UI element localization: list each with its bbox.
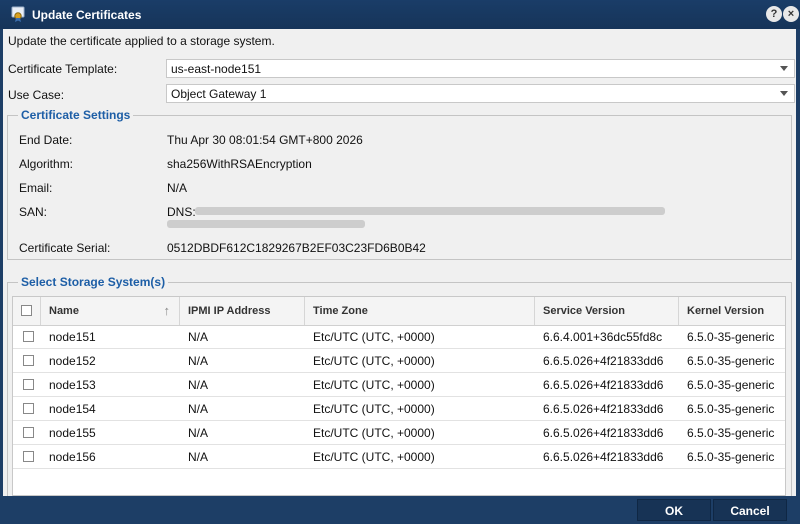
column-service-version[interactable]: Service Version <box>535 297 679 325</box>
cell-ipmi: N/A <box>188 354 209 368</box>
cell-service-version: 6.6.5.026+4f21833dd6 <box>543 426 664 440</box>
cell-service-version: 6.6.5.026+4f21833dd6 <box>543 378 664 392</box>
ok-button[interactable]: OK <box>637 499 711 521</box>
cell-kernel-version: 6.5.0-35-generic <box>687 354 775 368</box>
row-checkbox[interactable] <box>23 427 34 438</box>
row-checkbox[interactable] <box>23 451 34 462</box>
use-case-label: Use Case: <box>8 88 65 102</box>
title-bar[interactable]: Update Certificates ? × <box>0 0 800 29</box>
dialog-description: Update the certificate applied to a stor… <box>8 34 275 48</box>
cell-ipmi: N/A <box>188 378 209 392</box>
table-row[interactable]: node154 N/A Etc/UTC (UTC, +0000) 6.6.5.0… <box>13 397 785 421</box>
cell-kernel-version: 6.5.0-35-generic <box>687 450 775 464</box>
table-row[interactable]: node151 N/A Etc/UTC (UTC, +0000) 6.6.4.0… <box>13 325 785 349</box>
column-ipmi[interactable]: IPMI IP Address <box>180 297 305 325</box>
end-date-label: End Date: <box>19 133 73 147</box>
algorithm-value: sha256WithRSAEncryption <box>167 157 312 171</box>
certificate-template-label: Certificate Template: <box>8 62 118 76</box>
dialog-body: Update the certificate applied to a stor… <box>3 29 796 496</box>
column-kernel-version[interactable]: Kernel Version <box>679 297 785 325</box>
certificate-settings-panel: Certificate Settings <box>7 108 792 260</box>
column-name-label: Name <box>49 305 79 317</box>
cancel-button[interactable]: Cancel <box>713 499 787 521</box>
use-case-select[interactable]: Object Gateway 1 <box>166 84 795 103</box>
san-label: SAN: <box>19 205 48 219</box>
use-case-value: Object Gateway 1 <box>171 87 267 101</box>
cell-kernel-version: 6.5.0-35-generic <box>687 426 775 440</box>
certificate-settings-legend: Certificate Settings <box>18 108 134 122</box>
cell-name: node153 <box>49 378 96 392</box>
cell-service-version: 6.6.5.026+4f21833dd6 <box>543 402 664 416</box>
email-label: Email: <box>19 181 53 195</box>
cell-ipmi: N/A <box>188 450 209 464</box>
table-row[interactable]: node152 N/A Etc/UTC (UTC, +0000) 6.6.5.0… <box>13 349 785 373</box>
sort-ascending-icon[interactable]: ↑ <box>164 297 171 325</box>
row-checkbox[interactable] <box>23 331 34 342</box>
cell-ipmi: N/A <box>188 402 209 416</box>
chevron-down-icon[interactable] <box>780 91 788 96</box>
dialog-title: Update Certificates <box>32 8 142 22</box>
cell-service-version: 6.6.5.026+4f21833dd6 <box>543 354 664 368</box>
certificate-template-value: us-east-node151 <box>171 62 262 76</box>
san-redacted-line-1 <box>195 207 665 215</box>
algorithm-label: Algorithm: <box>19 157 74 171</box>
cell-kernel-version: 6.5.0-35-generic <box>687 330 775 344</box>
cell-service-version: 6.6.5.026+4f21833dd6 <box>543 450 664 464</box>
cell-name: node155 <box>49 426 96 440</box>
san-redacted-line-2 <box>167 220 365 228</box>
cell-time-zone: Etc/UTC (UTC, +0000) <box>313 402 435 416</box>
row-checkbox[interactable] <box>23 355 34 366</box>
certificate-serial-value: 0512DBDF612C1829267B2EF03C23FD6B0B42 <box>167 241 426 255</box>
cell-ipmi: N/A <box>188 426 209 440</box>
storage-systems-legend: Select Storage System(s) <box>18 275 169 289</box>
table-row[interactable]: node155 N/A Etc/UTC (UTC, +0000) 6.6.5.0… <box>13 421 785 445</box>
chevron-down-icon[interactable] <box>780 66 788 71</box>
cell-name: node152 <box>49 354 96 368</box>
certificate-serial-label: Certificate Serial: <box>19 241 111 255</box>
cell-name: node151 <box>49 330 96 344</box>
end-date-value: Thu Apr 30 08:01:54 GMT+800 2026 <box>167 133 363 147</box>
column-name[interactable]: Name ↑ <box>41 297 180 325</box>
dialog-footer: OK Cancel <box>0 496 800 524</box>
help-icon[interactable]: ? <box>766 6 782 22</box>
column-time-zone[interactable]: Time Zone <box>305 297 535 325</box>
cell-time-zone: Etc/UTC (UTC, +0000) <box>313 450 435 464</box>
select-all-cell[interactable] <box>13 297 41 325</box>
cell-time-zone: Etc/UTC (UTC, +0000) <box>313 354 435 368</box>
row-checkbox[interactable] <box>23 403 34 414</box>
cell-time-zone: Etc/UTC (UTC, +0000) <box>313 330 435 344</box>
san-value: DNS: <box>167 205 196 219</box>
certificate-template-select[interactable]: us-east-node151 <box>166 59 795 78</box>
cell-name: node154 <box>49 402 96 416</box>
email-value: N/A <box>167 181 188 195</box>
cell-kernel-version: 6.5.0-35-generic <box>687 378 775 392</box>
close-icon[interactable]: × <box>783 6 799 22</box>
cell-kernel-version: 6.5.0-35-generic <box>687 402 775 416</box>
select-all-checkbox[interactable] <box>21 305 32 316</box>
cell-name: node156 <box>49 450 96 464</box>
row-checkbox[interactable] <box>23 379 34 390</box>
table-row[interactable]: node153 N/A Etc/UTC (UTC, +0000) 6.6.5.0… <box>13 373 785 397</box>
cell-time-zone: Etc/UTC (UTC, +0000) <box>313 426 435 440</box>
cell-ipmi: N/A <box>188 330 209 344</box>
update-certificates-dialog: Update Certificates ? × Update the certi… <box>0 0 800 524</box>
storage-systems-grid: Name ↑ IPMI IP Address Time Zone Service… <box>12 296 786 496</box>
certificate-icon <box>11 6 25 22</box>
cell-time-zone: Etc/UTC (UTC, +0000) <box>313 378 435 392</box>
cell-service-version: 6.6.4.001+36dc55fd8c <box>543 330 663 344</box>
table-row[interactable]: node156 N/A Etc/UTC (UTC, +0000) 6.6.5.0… <box>13 445 785 469</box>
grid-header: Name ↑ IPMI IP Address Time Zone Service… <box>13 297 785 326</box>
